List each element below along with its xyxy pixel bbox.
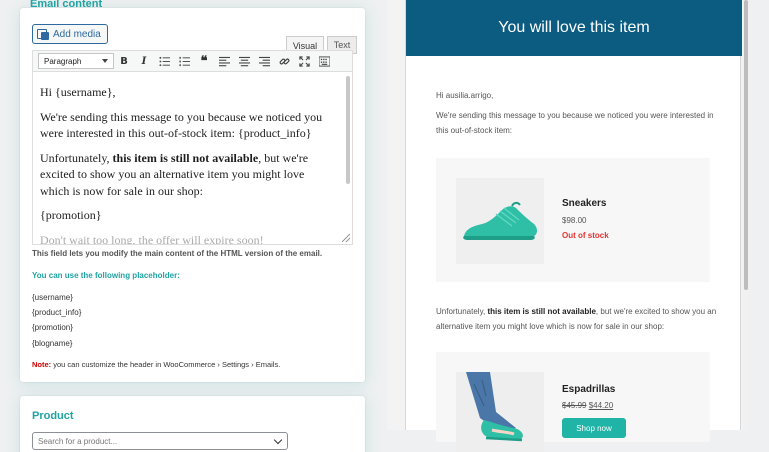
editor-paragraph-2: Unfortunately, this item is still not av… bbox=[40, 150, 309, 198]
add-media-label: Add media bbox=[53, 28, 101, 40]
italic-icon[interactable]: I bbox=[134, 52, 154, 70]
product2-new-price: $44.20 bbox=[588, 401, 614, 410]
out-of-stock-product: Sneakers $98.00 Out of stock bbox=[436, 158, 710, 282]
email-content-card: Email content Add media Visual Text Para… bbox=[20, 0, 365, 382]
product2-price: $45.99 $44.20 bbox=[562, 401, 613, 410]
email-body-editor[interactable]: Hi {username}, We're sending this messag… bbox=[32, 72, 353, 245]
email-header: You will love this item bbox=[406, 0, 742, 56]
preview-scrollbar[interactable] bbox=[743, 0, 749, 430]
placeholder-item: {blogname} bbox=[32, 339, 73, 348]
align-center-icon[interactable] bbox=[234, 52, 254, 70]
add-media-button[interactable]: Add media bbox=[32, 24, 108, 44]
product1-stock-status: Out of stock bbox=[562, 231, 609, 240]
editor-scrollbar[interactable] bbox=[346, 76, 350, 184]
editor-paragraph-4: Don't wait too long, the offer will expi… bbox=[40, 232, 264, 245]
link-icon[interactable] bbox=[274, 52, 294, 70]
product2-old-price: $45.99 bbox=[562, 401, 587, 410]
product1-price: $98.00 bbox=[562, 216, 587, 225]
product1-name: Sneakers bbox=[562, 198, 607, 209]
resize-handle-icon[interactable] bbox=[342, 234, 350, 242]
caret-down-icon bbox=[102, 59, 108, 63]
bold-icon[interactable]: B bbox=[114, 52, 134, 70]
align-right-icon[interactable] bbox=[254, 52, 274, 70]
email-intro: We're sending this message to you becaus… bbox=[436, 111, 714, 135]
blockquote-icon[interactable]: ❝ bbox=[194, 52, 214, 70]
editor-greeting: Hi {username}, bbox=[40, 85, 116, 99]
toolbar-toggle-icon[interactable] bbox=[314, 52, 334, 70]
media-icon bbox=[37, 28, 49, 40]
product-search-select[interactable]: Search for a product... bbox=[32, 432, 288, 450]
sneakers-image bbox=[456, 178, 544, 264]
placeholder-item: {product_info} bbox=[32, 308, 82, 317]
placeholder-heading: You can use the following placeholder: bbox=[32, 271, 180, 280]
product-search-placeholder: Search for a product... bbox=[38, 436, 118, 446]
help-text: This field lets you modify the main cont… bbox=[32, 249, 323, 258]
bullet-list-icon[interactable] bbox=[154, 52, 174, 70]
align-left-icon[interactable] bbox=[214, 52, 234, 70]
product2-name: Espadrillas bbox=[562, 384, 616, 395]
numbered-list-icon[interactable] bbox=[174, 52, 194, 70]
editor-toolbar: Paragraph B I ❝ bbox=[32, 50, 353, 72]
email-greeting: Hi ausilia.arrigo, bbox=[436, 91, 494, 100]
format-select-value: Paragraph bbox=[44, 56, 82, 66]
format-select[interactable]: Paragraph bbox=[38, 53, 114, 69]
shop-now-button[interactable]: Shop now bbox=[562, 418, 626, 438]
preview-scrollbar-thumb[interactable] bbox=[744, 0, 748, 290]
product-card: Product Search for a product... bbox=[20, 396, 365, 452]
espadrillas-image bbox=[456, 372, 544, 452]
header-note: Note: you can customize the header in Wo… bbox=[32, 360, 281, 369]
email-preview: You will love this item Hi ausilia.arrig… bbox=[405, 0, 742, 452]
alternative-product: Espadrillas $45.99 $44.20 Shop now bbox=[436, 352, 710, 452]
placeholder-item: {promotion} bbox=[32, 323, 73, 332]
fullscreen-icon[interactable] bbox=[294, 52, 314, 70]
editor-paragraph-1: We're sending this message to you becaus… bbox=[40, 109, 323, 141]
editor-promotion: {promotion} bbox=[40, 208, 102, 222]
email-middle-text: Unfortunately, this item is still not av… bbox=[436, 307, 717, 331]
chevron-down-icon bbox=[273, 435, 283, 444]
product-title: Product bbox=[32, 410, 74, 422]
placeholder-item: {username} bbox=[32, 293, 73, 302]
email-content-title: Email content bbox=[30, 0, 103, 10]
